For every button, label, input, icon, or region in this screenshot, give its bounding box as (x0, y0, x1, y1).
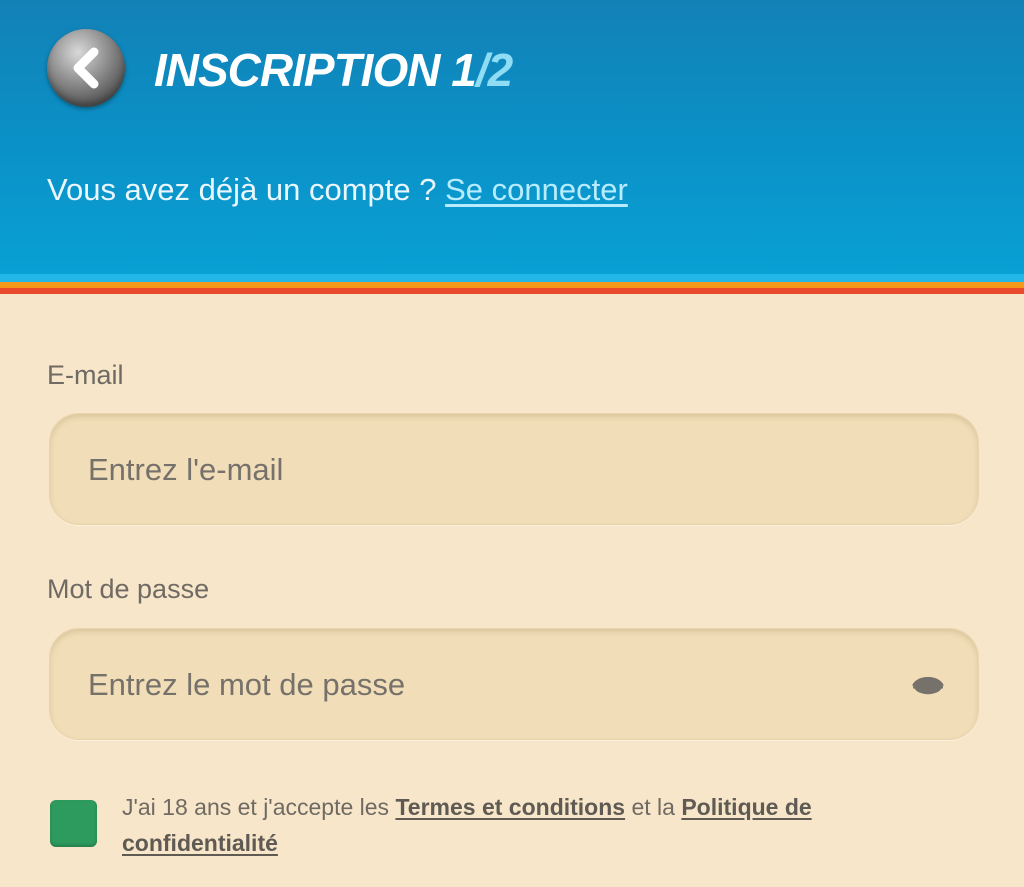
consent-text-start: J'ai 18 ans et j'accepte les (122, 794, 396, 820)
consent-text-middle: et la (625, 794, 682, 820)
email-label: E-mail (47, 360, 124, 390)
page-title: INSCRIPTION 1/2 (154, 42, 514, 98)
header-stripe-cyan (0, 274, 1024, 282)
page-title-total: 2 (487, 44, 514, 96)
terms-link[interactable]: Termes et conditions (395, 794, 625, 820)
email-input[interactable] (86, 414, 910, 526)
page-title-step: INSCRIPTION 1 (154, 44, 477, 96)
password-label: Mot de passe (47, 574, 210, 604)
page-title-separator: / (475, 44, 489, 96)
age-consent-checkbox[interactable] (50, 800, 97, 847)
existing-account-line: Vous avez déjà un compte ? Se connecter (47, 172, 628, 208)
login-link[interactable]: Se connecter (445, 172, 628, 207)
chevron-left-icon (73, 47, 99, 89)
password-field-container (49, 628, 979, 741)
back-button[interactable] (47, 29, 125, 107)
consent-text: J'ai 18 ans et j'accepte les Termes et c… (122, 789, 922, 861)
eye-icon[interactable] (910, 668, 946, 700)
header-stripe-red (0, 288, 1024, 294)
email-field-container (49, 413, 979, 526)
password-input[interactable] (86, 629, 910, 741)
existing-account-prompt: Vous avez déjà un compte ? (47, 172, 446, 207)
page-header: INSCRIPTION 1/2 Vous avez déjà un compte… (0, 0, 1024, 274)
